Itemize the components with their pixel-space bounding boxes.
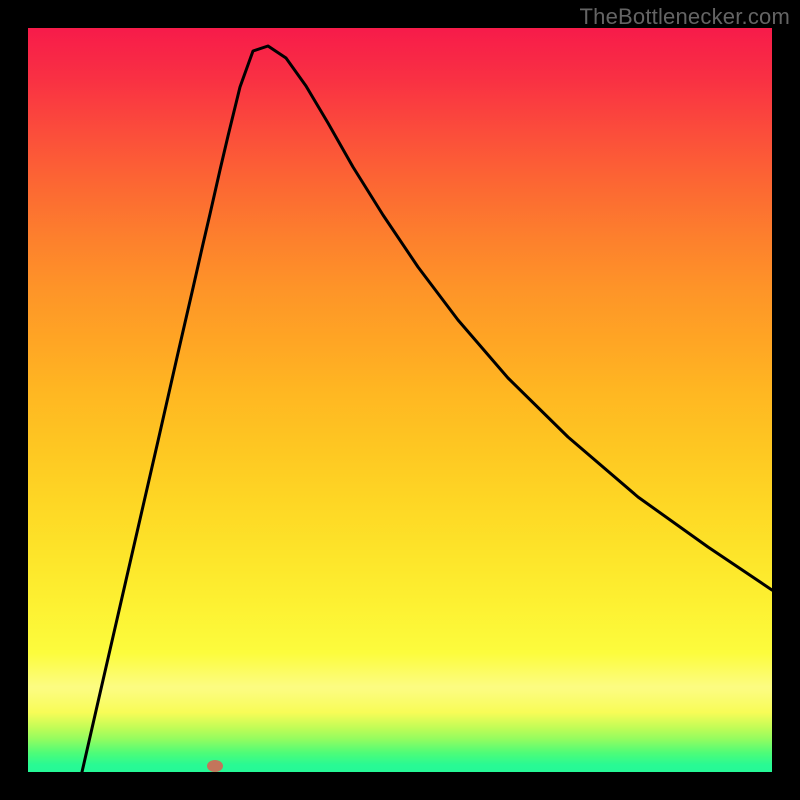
bottleneck-curve xyxy=(28,28,772,772)
optimal-point-marker xyxy=(207,760,223,772)
watermark-text: TheBottlenecker.com xyxy=(580,4,790,30)
plot-area xyxy=(28,28,772,772)
